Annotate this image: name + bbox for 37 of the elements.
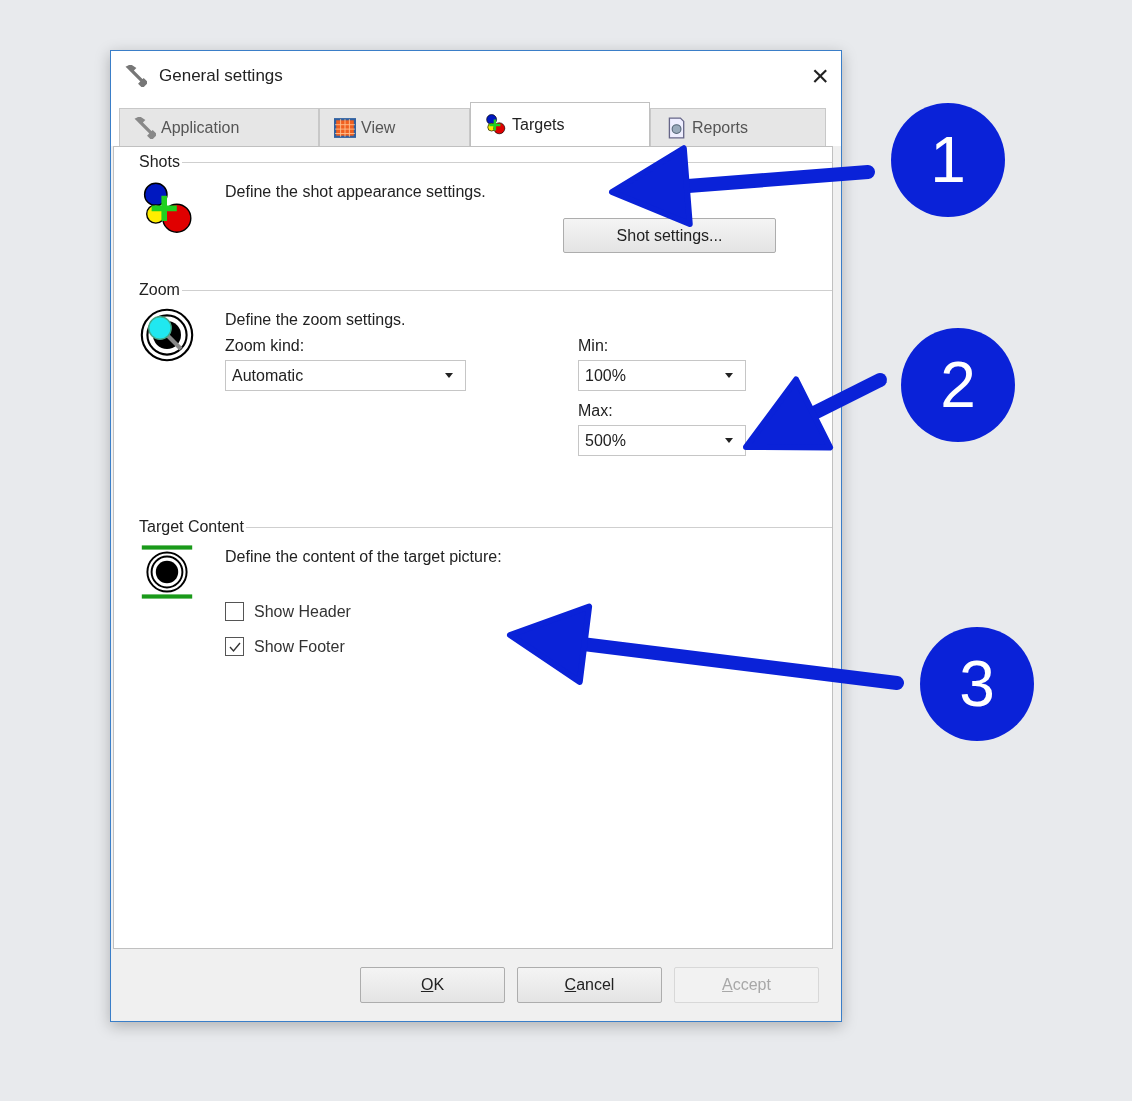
target-picture-icon xyxy=(139,544,195,600)
callout-number: 3 xyxy=(920,627,1034,741)
callout-number: 1 xyxy=(891,103,1005,217)
tab[interactable]: Reports xyxy=(650,108,826,146)
min-zoom-dropdown[interactable]: 100% xyxy=(578,360,746,391)
zoom-kind-dropdown[interactable]: Automatic xyxy=(225,360,466,391)
dialog-button[interactable]: OK xyxy=(360,967,505,1003)
wrench-icon xyxy=(125,65,147,87)
dropdown-arrow-icon xyxy=(725,438,733,443)
group-title: Zoom xyxy=(139,281,180,299)
description-text: Define the zoom settings. xyxy=(225,311,407,329)
description-text: Define the content of the target picture: xyxy=(225,548,503,566)
tab[interactable]: View xyxy=(319,108,470,146)
checkbox[interactable] xyxy=(225,637,244,656)
zoom-target-icon xyxy=(139,307,195,363)
group-title: Shots xyxy=(139,153,180,171)
dropdown-arrow-icon xyxy=(445,373,453,378)
shots-icon xyxy=(485,113,507,136)
dialog-button[interactable]: Cancel xyxy=(517,967,662,1003)
field-label: Zoom kind: xyxy=(225,337,306,355)
shot-settings-button[interactable]: Shot settings... xyxy=(563,218,776,253)
max-zoom-dropdown[interactable]: 500% xyxy=(578,425,746,456)
calendar-grid-icon xyxy=(334,116,356,139)
description-text: Define the shot appearance settings. xyxy=(225,183,487,201)
field-label: Max: xyxy=(578,402,614,420)
dropdown-arrow-icon xyxy=(725,373,733,378)
tab[interactable]: Application xyxy=(119,108,319,146)
wrench-icon xyxy=(134,116,156,139)
window-title: General settings xyxy=(159,66,284,86)
tab[interactable]: Targets xyxy=(470,102,650,146)
field-label: Min: xyxy=(578,337,610,355)
checkbox[interactable] xyxy=(225,602,244,621)
checkbox-label: Show Header xyxy=(254,602,351,621)
close-button[interactable]: × xyxy=(811,61,829,91)
group-title: Target Content xyxy=(139,518,244,536)
callout-number: 2 xyxy=(901,328,1015,442)
checkbox-label: Show Footer xyxy=(254,637,345,656)
